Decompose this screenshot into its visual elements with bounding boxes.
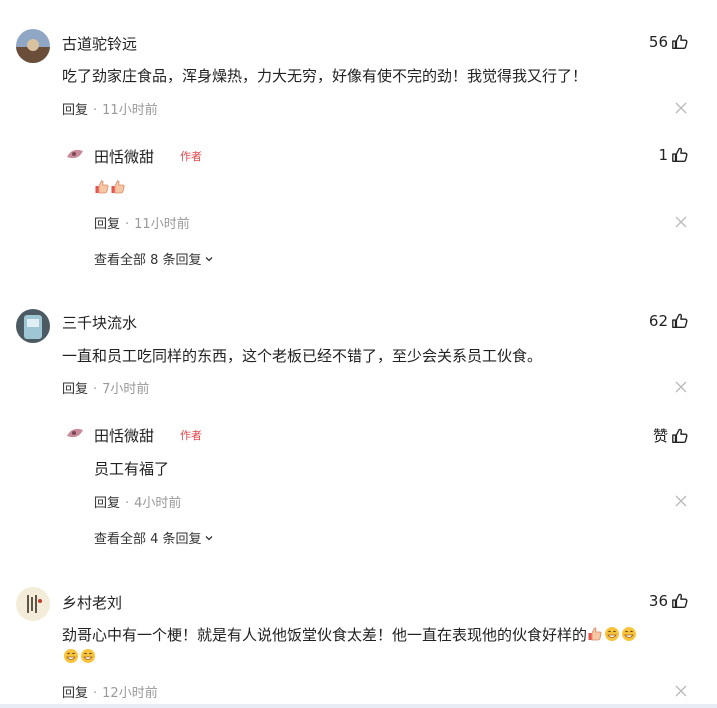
chevron-down-icon [205, 535, 213, 540]
view-all-replies-link[interactable]: 查看全部 8 条回复 [94, 249, 214, 268]
like-button[interactable]: 赞 [653, 425, 689, 446]
like-button[interactable]: 62 [649, 312, 689, 330]
grin-emoji-icon [64, 649, 78, 663]
username[interactable]: 古道驼铃远 [62, 33, 137, 54]
thumbs-up-icon [672, 428, 688, 443]
grin-emoji-icon [605, 627, 620, 641]
like-count: 56 [648, 33, 668, 51]
comment-meta: 回复 · 12小时前 [62, 686, 158, 701]
reply-emojis [94, 179, 126, 197]
timestamp: 12小时前 [102, 686, 158, 701]
comment-text-line-2 [62, 648, 96, 666]
thumbs-up-emoji-icon [95, 180, 109, 194]
like-button[interactable]: 1 [658, 146, 689, 164]
reply-button[interactable]: 回复 [62, 103, 88, 118]
thumbs-up-icon [672, 34, 688, 49]
view-all-replies-label: 查看全部 4 条回复 [94, 532, 202, 547]
like-count: 1 [658, 146, 668, 164]
reply-button[interactable]: 回复 [62, 686, 88, 701]
user-avatar[interactable] [16, 29, 50, 63]
close-icon[interactable] [675, 381, 687, 393]
thumbs-up-emoji-icon [588, 627, 602, 641]
reply-meta: 回复 · 4小时前 [94, 496, 182, 511]
author-avatar[interactable] [64, 422, 86, 444]
bottom-divider [0, 704, 717, 708]
chevron-down-icon [205, 256, 213, 261]
close-icon[interactable] [675, 685, 687, 697]
reply-meta: 回复 · 11小时前 [94, 217, 190, 232]
thumbs-up-icon [672, 593, 688, 608]
reply-button[interactable]: 回复 [62, 382, 88, 397]
like-label: 赞 [652, 427, 668, 445]
timestamp: 11小时前 [134, 217, 190, 232]
comment-text: 吃了劲家庄食品，浑身燥热，力大无穷，好像有使不完的劲！我觉得我又行了！ [62, 67, 588, 85]
close-icon[interactable] [675, 216, 687, 228]
username[interactable]: 乡村老刘 [62, 592, 122, 613]
like-button[interactable]: 56 [649, 33, 689, 51]
thumbs-up-icon [672, 313, 688, 328]
comment-meta: 回复 · 11小时前 [62, 103, 158, 118]
thumbs-up-icon [672, 147, 688, 162]
reply-text: 员工有福了 [94, 460, 170, 478]
like-button[interactable]: 36 [649, 592, 689, 610]
username[interactable]: 三千块流水 [62, 312, 137, 333]
grin-emoji-icon [622, 627, 637, 641]
close-icon[interactable] [675, 495, 687, 507]
view-all-replies-label: 查看全部 8 条回复 [94, 253, 202, 268]
reply-button[interactable]: 回复 [94, 496, 120, 511]
author-avatar[interactable] [64, 143, 86, 165]
close-icon[interactable] [675, 102, 687, 114]
view-all-replies-link[interactable]: 查看全部 4 条回复 [94, 528, 214, 547]
thumbs-up-emoji-icon [111, 180, 125, 194]
timestamp: 11小时前 [102, 103, 158, 118]
timestamp: 4小时前 [134, 496, 182, 511]
author-badge: 作者 [180, 150, 202, 163]
user-avatar[interactable] [16, 309, 50, 343]
comment-text-line-1: 劲哥心中有一个梗！就是有人说他饭堂伙食太差！他一直在表现他的伙食好样的 [62, 624, 637, 645]
user-avatar[interactable] [16, 587, 50, 621]
comment-text: 劲哥心中有一个梗！就是有人说他饭堂伙食太差！他一直在表现他的伙食好样的 [62, 626, 588, 644]
like-count: 36 [648, 592, 668, 610]
grin-emoji-icon [81, 649, 95, 663]
reply-username[interactable]: 田恬微甜 [94, 146, 154, 167]
reply-button[interactable]: 回复 [94, 217, 120, 232]
comment-text: 一直和员工吃同样的东西，这个老板已经不错了，至少会关系员工伙食。 [62, 347, 543, 365]
comment-meta: 回复 · 7小时前 [62, 382, 150, 397]
timestamp: 7小时前 [102, 382, 150, 397]
reply-username[interactable]: 田恬微甜 [94, 425, 154, 446]
like-count: 62 [648, 312, 668, 330]
author-badge: 作者 [180, 429, 202, 442]
